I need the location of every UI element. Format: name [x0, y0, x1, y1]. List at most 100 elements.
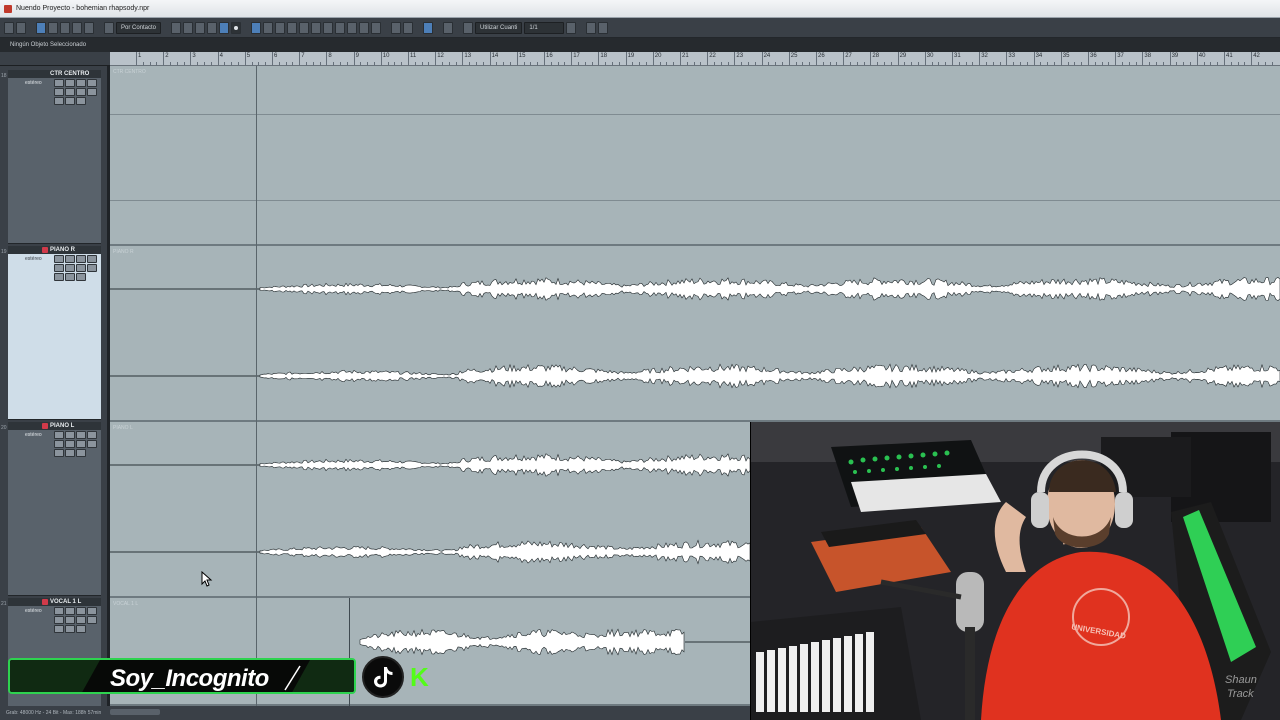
line-tool[interactable]: [347, 21, 358, 34]
lane-button[interactable]: [54, 449, 64, 457]
solo-button[interactable]: [65, 607, 75, 615]
lock-button[interactable]: [87, 440, 97, 448]
solo-button[interactable]: [65, 255, 75, 263]
split-tool[interactable]: [275, 21, 286, 34]
write-automation-button[interactable]: [87, 431, 97, 439]
monitor-button[interactable]: [54, 616, 64, 624]
auto-scroll-button[interactable]: [104, 21, 114, 34]
track-name[interactable]: PIANO L: [50, 423, 74, 429]
write-automation-button[interactable]: [87, 79, 97, 87]
color-tool[interactable]: [371, 21, 382, 34]
cycle-button[interactable]: [195, 21, 206, 34]
snap-mode-button[interactable]: [443, 21, 454, 34]
track-lane-ctr-centro[interactable]: CTR CENTRO: [110, 66, 1280, 246]
object-selection-tool[interactable]: [251, 21, 262, 34]
read-automation-button[interactable]: [76, 607, 86, 615]
snap-button[interactable]: [423, 21, 434, 34]
lane-button[interactable]: [54, 273, 64, 281]
track-name[interactable]: PIANO R: [50, 247, 75, 253]
grid-icon[interactable]: [463, 21, 474, 34]
stop-button[interactable]: [219, 21, 230, 34]
freeze-button[interactable]: [76, 273, 86, 281]
lane-button[interactable]: [54, 97, 64, 105]
nudge-left-button[interactable]: [391, 21, 402, 34]
read-automation-button[interactable]: [76, 431, 86, 439]
write-automation-button[interactable]: [87, 255, 97, 263]
show-inspector-button[interactable]: [36, 21, 46, 34]
folder-button[interactable]: [65, 625, 75, 633]
timeline-ruler[interactable]: 1 2 3 4 5 6 7 8 9 10 11 12 13 14 15 16 17 18 19 20 21 22 23 24 2…: [110, 52, 1280, 66]
mute-button[interactable]: [54, 79, 64, 87]
record-enable-button[interactable]: [65, 264, 75, 272]
freeze-button[interactable]: [76, 449, 86, 457]
show-overview-button[interactable]: [60, 21, 70, 34]
quantize-setup-button[interactable]: [566, 21, 577, 34]
folder-button[interactable]: [65, 449, 75, 457]
monitor-button[interactable]: [54, 440, 64, 448]
horizontal-scrollbar[interactable]: [110, 709, 160, 715]
edit-button[interactable]: [76, 264, 86, 272]
project-cursor-line[interactable]: [256, 66, 257, 706]
solo-button[interactable]: [65, 431, 75, 439]
write-automation-button[interactable]: [87, 607, 97, 615]
automation-mode-select[interactable]: Por Contacto: [116, 21, 162, 34]
forward-button[interactable]: [183, 21, 194, 34]
lock-button[interactable]: [87, 264, 97, 272]
mute-button[interactable]: [54, 255, 64, 263]
freeze-button[interactable]: [76, 625, 86, 633]
play-tool[interactable]: [359, 21, 370, 34]
lane-button[interactable]: [54, 625, 64, 633]
read-automation-button[interactable]: [76, 79, 86, 87]
track-header-piano-r[interactable]: 19 PIANO R estéreo: [1, 246, 101, 420]
track-number: 21: [1, 601, 7, 607]
grid-type-select[interactable]: Utilizar Cuanti: [475, 21, 523, 34]
solo-button[interactable]: [65, 79, 75, 87]
lock-button[interactable]: [87, 616, 97, 624]
rewind-button[interactable]: [171, 21, 182, 34]
ruler-tick: [652, 52, 654, 66]
record-enable-button[interactable]: [65, 88, 75, 96]
show-mixer-button[interactable]: [84, 21, 94, 34]
edit-button[interactable]: [76, 440, 86, 448]
range-selection-tool[interactable]: [263, 21, 274, 34]
color-menu-button[interactable]: [598, 21, 609, 34]
mute-button[interactable]: [54, 607, 64, 615]
ruler-tick: [408, 52, 409, 66]
audio-waveform-piano-r[interactable]: [110, 246, 1280, 420]
ruler-tick: [136, 52, 137, 66]
mute-button[interactable]: [54, 431, 64, 439]
glue-tool[interactable]: [287, 21, 298, 34]
draw-tool[interactable]: [335, 21, 346, 34]
track-header-piano-l[interactable]: 20 PIANO L estéreo: [1, 422, 101, 596]
erase-tool[interactable]: [299, 21, 310, 34]
track-lane-piano-r[interactable]: PIANO R: [110, 246, 1280, 422]
record-enable-button[interactable]: [65, 440, 75, 448]
monitor-button[interactable]: [54, 264, 64, 272]
play-button[interactable]: [207, 21, 218, 34]
window-layout-button[interactable]: [586, 21, 597, 34]
quantize-select[interactable]: 1/1: [524, 21, 565, 34]
freeze-button[interactable]: [76, 97, 86, 105]
mute-tool[interactable]: [323, 21, 334, 34]
record-button[interactable]: [231, 21, 242, 34]
read-automation-button[interactable]: [76, 255, 86, 263]
folder-button[interactable]: [65, 97, 75, 105]
main-toolbar: Por Contacto Utilizar Cuanti 1/1: [0, 18, 1280, 38]
show-pool-button[interactable]: [72, 21, 82, 34]
edit-button[interactable]: [76, 616, 86, 624]
track-name[interactable]: VOCAL 1 L: [50, 599, 81, 605]
folder-button[interactable]: [65, 273, 75, 281]
monitor-button[interactable]: [54, 88, 64, 96]
activate-project-button[interactable]: [4, 21, 14, 34]
edit-button[interactable]: [76, 88, 86, 96]
track-header-ctr-centro[interactable]: 18 CTR CENTRO estéreo: [1, 70, 101, 244]
nudge-right-button[interactable]: [403, 21, 414, 34]
record-enable-button[interactable]: [65, 616, 75, 624]
constrain-delay-button[interactable]: [16, 21, 26, 34]
show-infoline-button[interactable]: [48, 21, 58, 34]
zoom-tool[interactable]: [311, 21, 322, 34]
ruler-tick: [435, 52, 437, 66]
track-name[interactable]: CTR CENTRO: [50, 71, 89, 77]
lock-button[interactable]: [87, 88, 97, 96]
ruler-bar-number: 16: [546, 53, 553, 59]
